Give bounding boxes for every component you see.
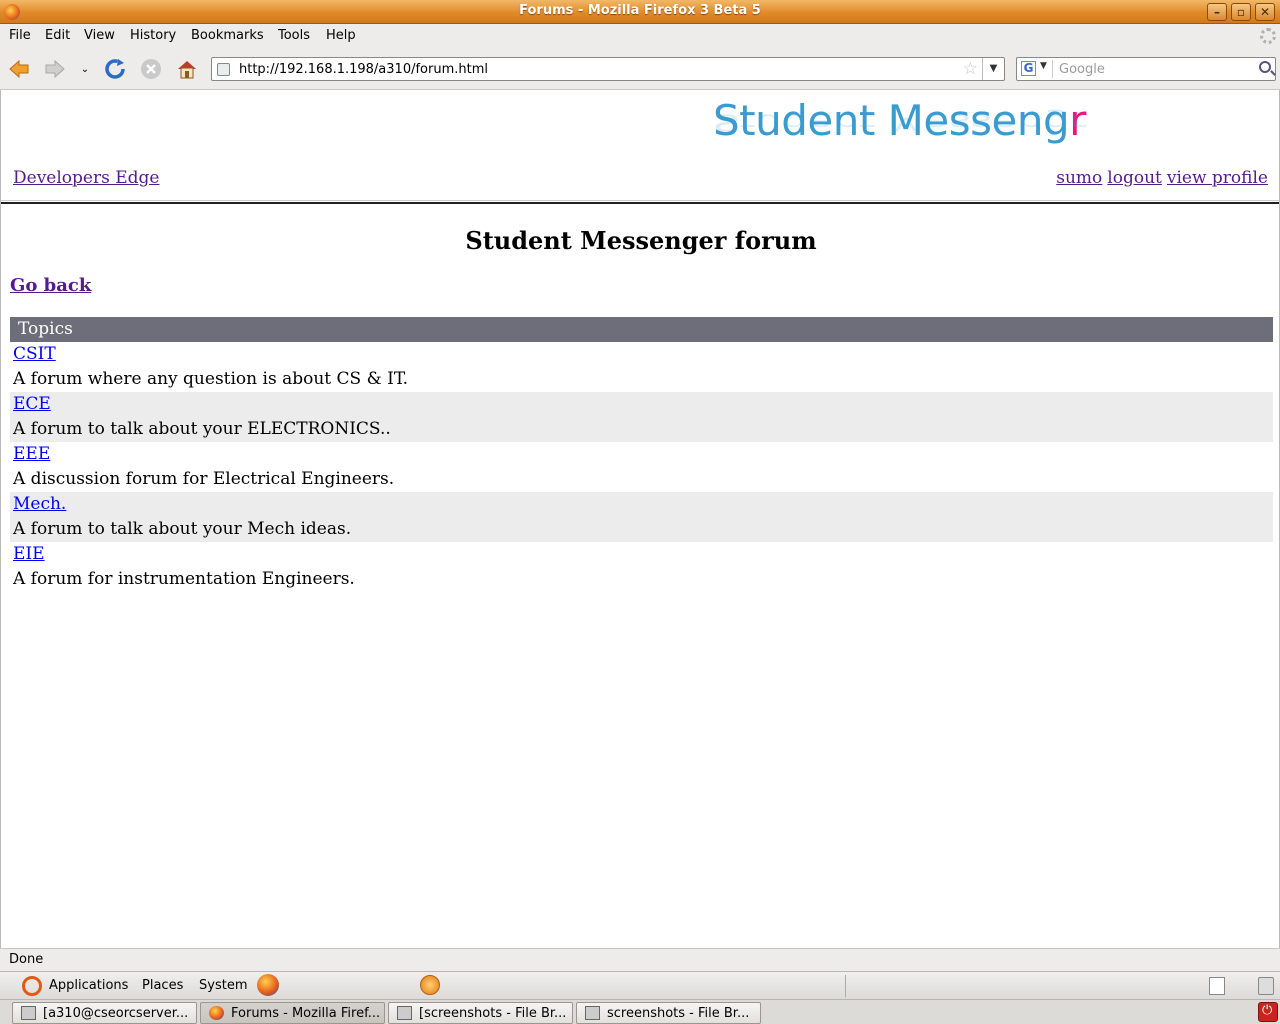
menu-file[interactable]: File xyxy=(9,28,31,43)
home-button[interactable] xyxy=(175,57,199,81)
logout-link[interactable]: logout xyxy=(1107,168,1162,188)
search-icon[interactable] xyxy=(1259,61,1271,73)
username-link[interactable]: sumo xyxy=(1056,168,1102,188)
maximize-button[interactable]: ▫ xyxy=(1231,3,1251,21)
stop-button[interactable] xyxy=(139,57,163,81)
firefox-icon xyxy=(209,1006,224,1020)
power-icon[interactable] xyxy=(1258,1002,1278,1022)
topic-item: CSIT A forum where any question is about… xyxy=(10,342,1273,392)
file-browser-icon xyxy=(397,1006,412,1020)
task-file-browser-1[interactable]: [screenshots - File Br... xyxy=(388,1002,573,1024)
forward-button[interactable] xyxy=(43,57,67,81)
header-divider xyxy=(1,200,1279,204)
back-arrow-icon xyxy=(9,59,29,79)
menu-bar: File Edit View History Bookmarks Tools H… xyxy=(0,24,1280,48)
search-input[interactable]: Google xyxy=(1059,62,1105,77)
bookmark-star-icon[interactable]: ☆ xyxy=(963,59,978,79)
logo-reflection-text: Student Messeng xyxy=(713,109,1070,136)
search-engine-button[interactable]: G ▼ xyxy=(1019,60,1053,78)
status-text: Done xyxy=(9,952,44,967)
view-profile-link[interactable]: view profile xyxy=(1167,168,1268,188)
minimize-button[interactable]: – xyxy=(1207,3,1227,21)
topic-item: EEE A discussion forum for Electrical En… xyxy=(10,442,1273,492)
window-titlebar: Forums - Mozilla Firefox 3 Beta 5 – ▫ ✕ xyxy=(0,0,1280,24)
history-dropdown-button[interactable]: ⌄ xyxy=(73,57,97,81)
site-identity-icon[interactable] xyxy=(217,63,230,76)
topics-table: Topics CSIT A forum where any question i… xyxy=(10,317,1273,592)
chevron-down-icon: ▼ xyxy=(1040,61,1047,71)
url-input[interactable]: http://192.168.1.198/a310/forum.html xyxy=(239,62,488,77)
reload-icon xyxy=(105,59,125,79)
google-icon: G xyxy=(1021,61,1036,76)
gnome-panel: Applications Places System xyxy=(0,971,1280,999)
task-label: [screenshots - File Br... xyxy=(419,1006,567,1021)
throbber-icon xyxy=(1260,28,1276,44)
task-label: [a310@cseorcserver... xyxy=(43,1006,189,1021)
topic-link-eee[interactable]: EEE xyxy=(13,444,50,464)
notes-icon[interactable] xyxy=(1209,977,1225,995)
topic-link-ece[interactable]: ECE xyxy=(13,394,51,414)
logo-reflection-accent: r xyxy=(1069,109,1086,136)
url-bar[interactable]: http://192.168.1.198/a310/forum.html ☆ ▼ xyxy=(211,57,1005,81)
status-bar: Done xyxy=(0,948,1280,971)
menu-history[interactable]: History xyxy=(130,28,176,43)
user-links: sumo logout view profile xyxy=(1051,168,1268,188)
menu-view[interactable]: View xyxy=(84,28,115,43)
window-title: Forums - Mozilla Firefox 3 Beta 5 xyxy=(519,3,761,18)
topic-item: ECE A forum to talk about your ELECTRONI… xyxy=(10,392,1273,442)
firefox-launcher-icon[interactable] xyxy=(257,974,279,996)
stop-icon xyxy=(141,59,161,79)
search-bar[interactable]: G ▼ Google xyxy=(1016,57,1276,81)
back-button[interactable] xyxy=(7,57,31,81)
chevron-down-icon: ⌄ xyxy=(80,63,90,75)
task-terminal[interactable]: [a310@cseorcserver... xyxy=(12,1002,197,1024)
system-menu[interactable]: System xyxy=(199,978,247,993)
page-content: Student Messengr Student Messengr Develo… xyxy=(0,90,1280,948)
topic-description: A discussion forum for Electrical Engine… xyxy=(13,469,395,489)
topic-description: A forum for instrumentation Engineers. xyxy=(13,569,355,589)
home-icon xyxy=(178,61,196,79)
logo-reflection: Student Messengr xyxy=(713,109,1086,136)
menu-bookmarks[interactable]: Bookmarks xyxy=(191,28,264,43)
ubuntu-logo-icon[interactable] xyxy=(22,976,42,996)
developers-edge-link[interactable]: Developers Edge xyxy=(13,168,159,188)
menu-tools[interactable]: Tools xyxy=(278,28,310,43)
applications-menu[interactable]: Applications xyxy=(49,978,128,993)
topic-description: A forum where any question is about CS &… xyxy=(13,369,409,389)
menu-edit[interactable]: Edit xyxy=(45,28,70,43)
taskbar: [a310@cseorcserver... Forums - Mozilla F… xyxy=(0,999,1280,1024)
file-browser-icon xyxy=(585,1006,600,1020)
task-file-browser-2[interactable]: screenshots - File Br... xyxy=(576,1002,761,1024)
topic-item: Mech. A forum to talk about your Mech id… xyxy=(10,492,1273,542)
go-back-link[interactable]: Go back xyxy=(10,275,91,296)
topic-link-mech[interactable]: Mech. xyxy=(13,494,66,514)
topic-link-csit[interactable]: CSIT xyxy=(13,344,56,364)
task-label: screenshots - File Br... xyxy=(607,1006,750,1021)
topic-item: EIE A forum for instrumentation Engineer… xyxy=(10,542,1273,592)
page-title: Student Messenger forum xyxy=(465,226,817,255)
reload-button[interactable] xyxy=(103,57,127,81)
topic-link-eie[interactable]: EIE xyxy=(13,544,45,564)
panel-separator xyxy=(845,975,846,997)
topic-description: A forum to talk about your ELECTRONICS.. xyxy=(13,419,391,439)
menu-help[interactable]: Help xyxy=(326,28,356,43)
forward-arrow-icon xyxy=(45,59,65,79)
url-dropdown-button[interactable]: ▼ xyxy=(982,58,1004,80)
topic-description: A forum to talk about your Mech ideas. xyxy=(13,519,352,539)
topics-header: Topics xyxy=(10,317,1273,342)
close-button[interactable]: ✕ xyxy=(1255,3,1275,21)
tray-icon[interactable] xyxy=(1258,977,1274,995)
terminal-icon xyxy=(21,1006,36,1020)
update-notifier-icon[interactable] xyxy=(420,975,440,995)
task-label: Forums - Mozilla Firef... xyxy=(231,1006,381,1021)
task-firefox[interactable]: Forums - Mozilla Firef... xyxy=(200,1002,385,1024)
places-menu[interactable]: Places xyxy=(142,978,183,993)
